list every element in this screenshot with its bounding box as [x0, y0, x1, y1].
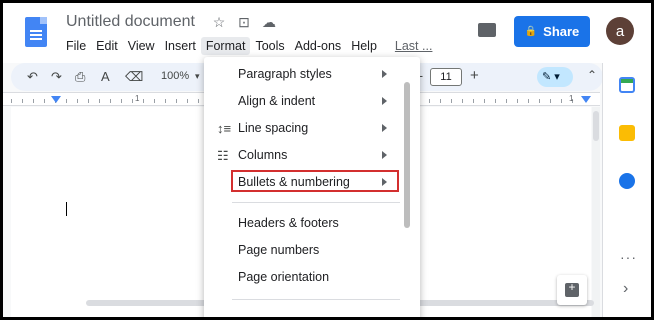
tasks-icon[interactable]	[619, 173, 635, 189]
menu-scrollbar[interactable]	[404, 82, 410, 228]
vertical-scrollbar[interactable]	[592, 107, 600, 317]
share-button[interactable]: 🔒 Share	[514, 16, 590, 47]
hide-menus-icon[interactable]: ⌃	[587, 68, 597, 82]
submenu-arrow-icon	[382, 151, 387, 159]
highlight-box	[231, 170, 399, 192]
menu-view[interactable]: View	[123, 37, 160, 55]
menu-file[interactable]: File	[61, 37, 91, 55]
line-spacing-icon: ↕≡	[217, 121, 232, 136]
menu-item-label: Columns	[238, 148, 288, 162]
docs-logo-icon[interactable]	[25, 17, 47, 47]
expand-panel-icon[interactable]: ›	[623, 280, 628, 298]
more-addons-icon[interactable]: ···	[620, 249, 637, 265]
menu-item-paragraph-styles[interactable]: Paragraph styles	[204, 64, 404, 86]
share-label: Share	[543, 24, 580, 39]
menu-edit[interactable]: Edit	[91, 37, 123, 55]
right-indent-marker[interactable]	[581, 96, 591, 103]
paint-format-icon[interactable]: ⌫	[125, 69, 143, 85]
menu-divider	[232, 202, 400, 203]
document-title[interactable]: Untitled document	[66, 13, 195, 31]
editing-mode-button[interactable]: ✎ ▾	[537, 67, 573, 87]
star-icon[interactable]: ☆	[210, 14, 228, 31]
keep-icon[interactable]	[619, 125, 635, 141]
print-icon[interactable]: ⎙	[75, 69, 85, 85]
menu-item-label: Headers & footers	[238, 216, 339, 230]
menu-insert[interactable]: Insert	[160, 37, 201, 55]
vertical-scrollbar-thumb[interactable]	[593, 111, 599, 141]
text-cursor	[66, 202, 67, 216]
menu-item-page-numbers[interactable]: Page numbers	[204, 240, 404, 262]
zoom-select[interactable]: 100%	[161, 70, 189, 82]
docs-logo-line	[30, 38, 42, 40]
avatar[interactable]: a	[606, 17, 634, 45]
move-to-folder-icon[interactable]: ⊡	[235, 14, 253, 31]
title-actions: ☆ ⊡ ☁	[210, 14, 278, 31]
ruler-number: 1	[135, 94, 140, 103]
cloud-status-icon[interactable]: ☁	[260, 14, 278, 31]
menu-item-label: Paragraph styles	[238, 67, 332, 81]
font-size-input[interactable]: 11	[430, 68, 462, 86]
menu-item-label: Align & indent	[238, 94, 316, 108]
comment-history-icon[interactable]	[478, 23, 496, 37]
explore-icon	[565, 280, 579, 297]
side-panel: ··· ›	[602, 63, 651, 317]
menu-format[interactable]: Format	[200, 37, 251, 55]
zoom-caret-icon[interactable]: ▾	[195, 71, 200, 82]
calendar-icon[interactable]	[619, 77, 635, 93]
left-indent-marker[interactable]	[51, 96, 61, 103]
submenu-arrow-icon	[382, 124, 387, 132]
menu-item-label: Page numbers	[238, 243, 320, 257]
menu-item-headers-footers[interactable]: Headers & footers	[204, 213, 404, 235]
ruler-number: 1	[569, 94, 574, 103]
submenu-arrow-icon	[382, 97, 387, 105]
format-menu: Paragraph styles Align & indent ↕≡ Line …	[204, 57, 420, 317]
menu-help[interactable]: Help	[346, 37, 382, 55]
menu-item-align-indent[interactable]: Align & indent	[204, 91, 404, 113]
app-window: Untitled document ☆ ⊡ ☁ File Edit View I…	[3, 3, 651, 317]
increase-font-size-button[interactable]: +	[470, 67, 479, 84]
spellcheck-icon[interactable]: A	[101, 69, 110, 84]
menu-tools[interactable]: Tools	[250, 37, 289, 55]
docs-logo-line	[30, 30, 42, 32]
menu-divider	[232, 299, 400, 300]
menu-item-label: Line spacing	[238, 121, 309, 135]
menu-item-label: Page orientation	[238, 270, 330, 284]
menu-item-line-spacing[interactable]: ↕≡ Line spacing	[204, 118, 404, 140]
undo-icon[interactable]: ↶	[27, 69, 38, 85]
last-edit-link[interactable]: Last ...	[390, 37, 438, 55]
columns-icon: ☷	[217, 148, 229, 163]
menu-bar: File Edit View Insert Format Tools Add-o…	[61, 37, 437, 55]
submenu-arrow-icon	[382, 70, 387, 78]
docs-header: Untitled document ☆ ⊡ ☁ File Edit View I…	[3, 3, 651, 63]
docs-logo-line	[30, 34, 42, 36]
menu-addons[interactable]: Add-ons	[290, 37, 347, 55]
menu-item-page-orientation[interactable]: Page orientation	[204, 267, 404, 289]
explore-button[interactable]	[557, 275, 587, 305]
menu-item-columns[interactable]: ☷ Columns	[204, 145, 404, 167]
redo-icon[interactable]: ↷	[51, 69, 62, 85]
lock-icon: 🔒	[524, 26, 538, 37]
